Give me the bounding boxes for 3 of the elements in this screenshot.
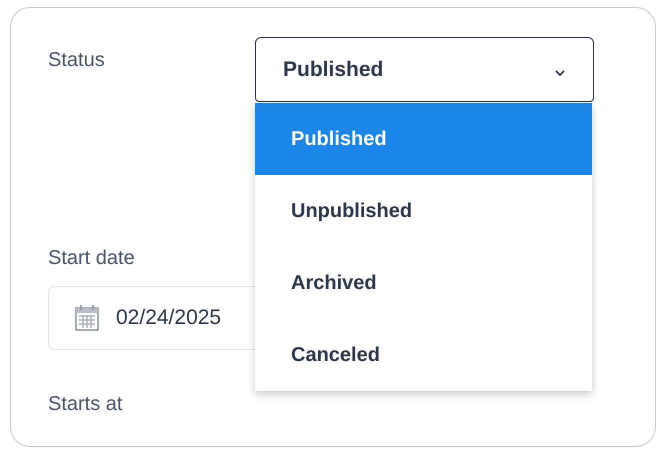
field-label: Start date <box>48 247 136 270</box>
field-label: Starts at <box>48 393 124 416</box>
field-label: Status <box>48 49 106 72</box>
